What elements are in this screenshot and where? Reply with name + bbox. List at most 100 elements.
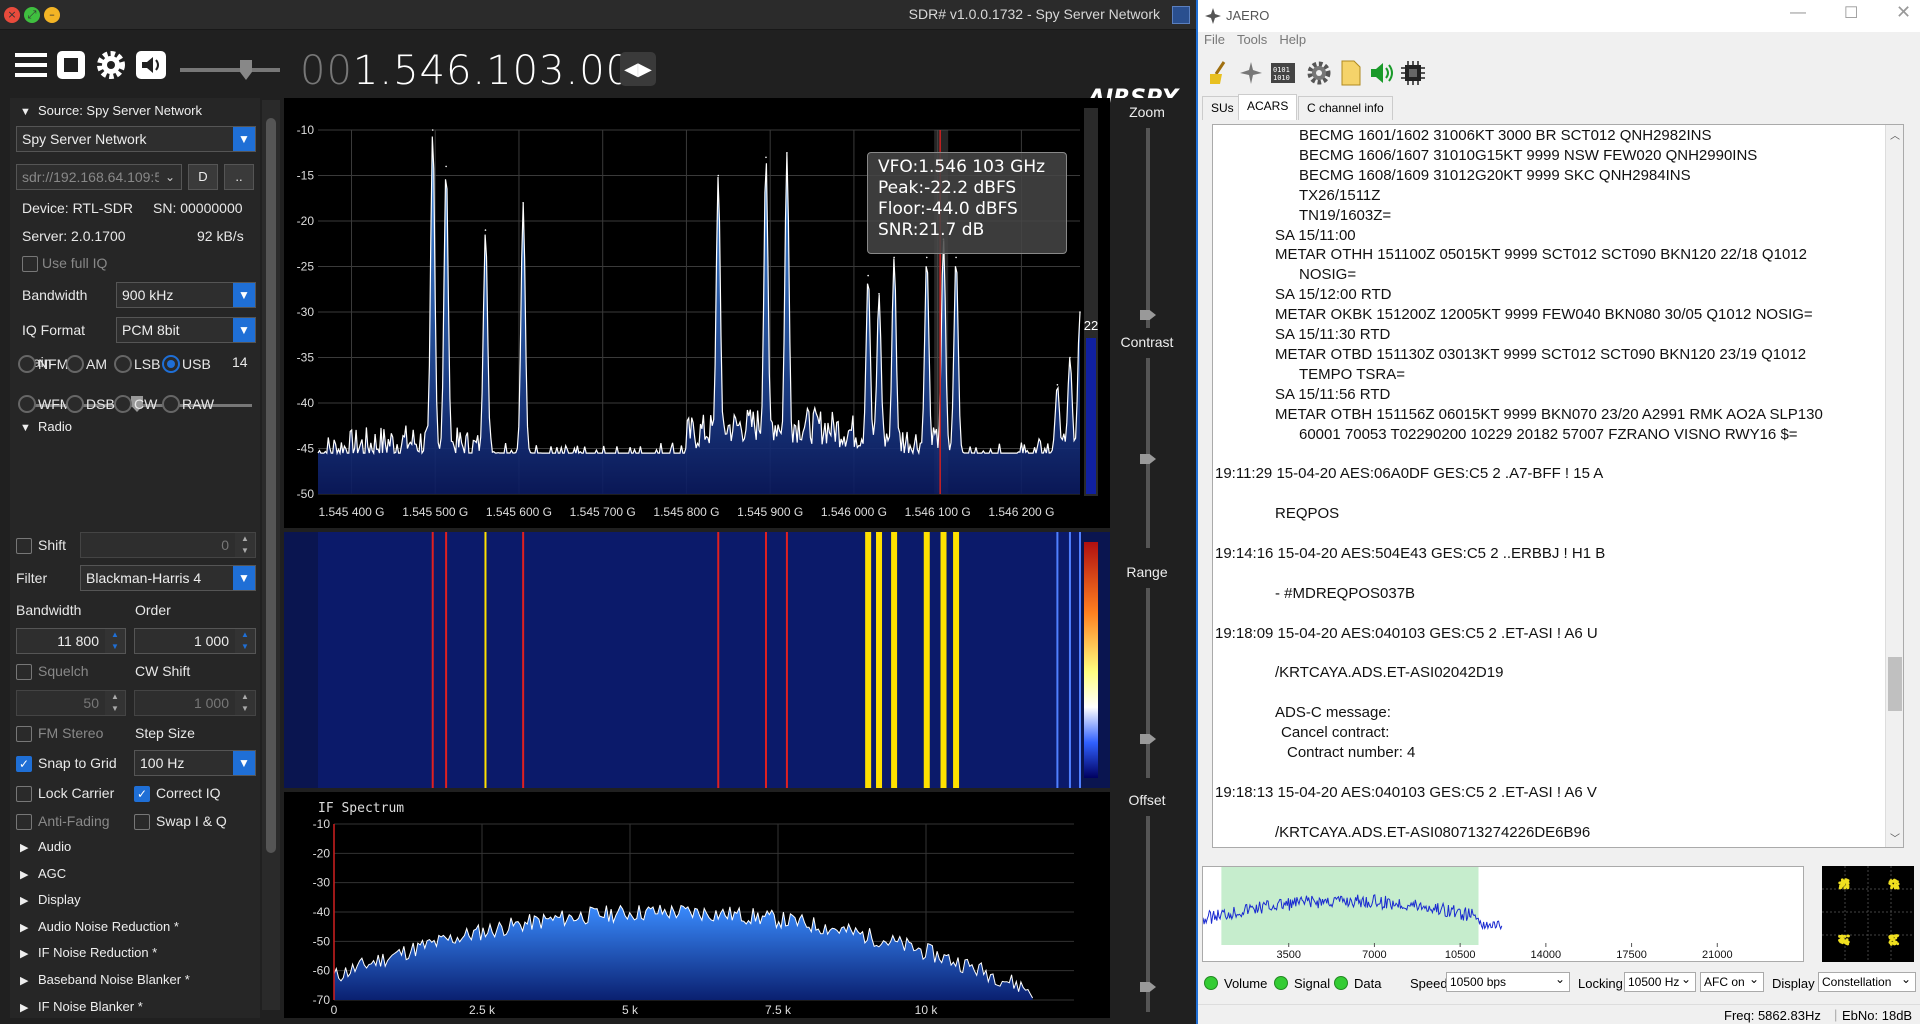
lock-carrier-checkbox[interactable] bbox=[16, 786, 32, 802]
contrast-slider[interactable] bbox=[1146, 358, 1150, 548]
cw-shift-spinner[interactable]: 1 000 ▲ ▼ bbox=[134, 690, 256, 716]
tab-acars[interactable]: ACARS bbox=[1238, 94, 1298, 120]
signal-led-icon bbox=[1274, 976, 1288, 990]
swap-iq-checkbox[interactable] bbox=[134, 814, 150, 830]
maximize-icon[interactable]: ☐ bbox=[1844, 3, 1858, 23]
spinner-arrows-icon[interactable]: ▲ ▼ bbox=[235, 629, 255, 653]
mode-radio-wfm[interactable] bbox=[18, 395, 36, 413]
chevron-up-icon[interactable]: ︿ bbox=[1890, 127, 1900, 142]
mode-radio-usb[interactable] bbox=[162, 355, 180, 373]
contrast-slider-knob[interactable] bbox=[1140, 454, 1156, 464]
stop-icon[interactable] bbox=[52, 46, 90, 84]
plane-icon[interactable] bbox=[1238, 60, 1264, 86]
spinner-arrows-icon[interactable]: ▲ ▼ bbox=[235, 533, 255, 557]
menu-file[interactable]: File bbox=[1204, 32, 1225, 47]
section-header-1[interactable]: ▶ Audio bbox=[10, 836, 260, 858]
broom-icon[interactable] bbox=[1206, 60, 1232, 86]
mode-radio-lsb[interactable] bbox=[114, 355, 132, 373]
close-icon[interactable]: × bbox=[4, 7, 20, 23]
section-header-6[interactable]: ▶ Baseband Noise Blanker * bbox=[10, 969, 260, 991]
acars-message-log[interactable]: BECMG 1601/1602 31006KT 3000 BR SCT012 Q… bbox=[1212, 124, 1904, 848]
signal-spectrum-plot[interactable]: 3500 7000 10500 14000 17500 21000 bbox=[1202, 866, 1804, 962]
step-size-select[interactable]: 100 Hz ▼ bbox=[134, 750, 256, 776]
section-header-3[interactable]: ▶ Display bbox=[10, 889, 260, 911]
bandwidth-select[interactable]: 900 kHz ▼ bbox=[116, 282, 256, 308]
speaker-icon[interactable] bbox=[132, 46, 170, 84]
acars-line: Cancel contract: bbox=[1281, 724, 1390, 741]
constellation-point bbox=[1889, 942, 1893, 945]
range-slider-knob[interactable] bbox=[1140, 734, 1156, 744]
message-log-scrollbar[interactable]: ︿ ﹀ bbox=[1885, 125, 1903, 847]
afc-select[interactable]: AFC on bbox=[1700, 972, 1764, 992]
fm-stereo-checkbox[interactable] bbox=[16, 726, 32, 742]
section-header-4[interactable]: ▶ Audio Noise Reduction * bbox=[10, 916, 260, 938]
volume-slider-knob[interactable] bbox=[240, 60, 252, 80]
spinner-arrows-icon[interactable]: ▲ ▼ bbox=[235, 691, 255, 715]
panel-scrollbar[interactable] bbox=[262, 100, 280, 1010]
zoom-slider[interactable] bbox=[1146, 128, 1150, 328]
locking-select[interactable]: 10500 Hz bbox=[1624, 972, 1696, 992]
spinner-arrows-icon[interactable]: ▲ ▼ bbox=[105, 691, 125, 715]
document-icon[interactable] bbox=[1338, 60, 1364, 86]
menu-icon[interactable] bbox=[12, 46, 50, 84]
radio-section-header[interactable]: ▼ Radio bbox=[10, 416, 260, 438]
frequency-display[interactable]: 001.546.103.000 bbox=[300, 48, 659, 94]
volume-slider[interactable] bbox=[180, 68, 280, 72]
waterfall-carrier-4 bbox=[717, 532, 720, 788]
gear-icon[interactable] bbox=[1306, 60, 1332, 86]
mode-radio-dsb[interactable] bbox=[66, 395, 84, 413]
browse-button[interactable]: .. bbox=[224, 164, 254, 190]
squelch-checkbox[interactable] bbox=[16, 664, 32, 680]
server-url-field[interactable]: sdr://192.168.64.109:5 ⌄ bbox=[16, 164, 182, 190]
display-select[interactable]: Constellation bbox=[1818, 972, 1916, 992]
section-header-7[interactable]: ▶ IF Noise Blanker * bbox=[10, 996, 260, 1018]
use-full-iq-checkbox[interactable] bbox=[22, 256, 38, 272]
source-section-header[interactable]: ▼ Source: Spy Server Network bbox=[10, 100, 260, 122]
source-select[interactable]: Spy Server Network ▼ bbox=[16, 126, 256, 152]
if-y-tick: -30 bbox=[313, 876, 331, 890]
speed-select[interactable]: 10500 bps bbox=[1446, 972, 1570, 992]
minimize-icon[interactable]: — bbox=[1790, 4, 1806, 22]
order-spinner[interactable]: 1 000 ▲ ▼ bbox=[134, 628, 256, 654]
menu-tools[interactable]: Tools bbox=[1237, 32, 1267, 47]
squelch-spinner[interactable]: 50 ▲ ▼ bbox=[16, 690, 126, 716]
filter-bandwidth-spinner[interactable]: 11 800 ▲ ▼ bbox=[16, 628, 126, 654]
chip-icon[interactable] bbox=[1400, 60, 1426, 86]
mode-radio-cw[interactable] bbox=[114, 395, 132, 413]
waterfall-display[interactable] bbox=[284, 532, 1110, 788]
speaker-icon[interactable] bbox=[1368, 60, 1394, 86]
tuning-arrows-button[interactable]: ◀▶ bbox=[620, 52, 656, 86]
anti-fading-checkbox[interactable] bbox=[16, 814, 32, 830]
zoom-slider-knob[interactable] bbox=[1140, 310, 1156, 320]
iq-format-select[interactable]: PCM 8bit ▼ bbox=[116, 317, 256, 343]
message-log-scrollbar-thumb[interactable] bbox=[1888, 657, 1902, 711]
offset-slider-knob[interactable] bbox=[1140, 982, 1156, 992]
maximize-icon[interactable]: ⤢ bbox=[24, 7, 40, 23]
tab-sus[interactable]: SUs bbox=[1202, 96, 1243, 120]
shift-spinner[interactable]: 0 ▲ ▼ bbox=[80, 532, 256, 558]
speed-label: Speed bbox=[1410, 976, 1448, 991]
snap-to-grid-checkbox[interactable]: ✓ bbox=[16, 756, 32, 772]
section-header-5[interactable]: ▶ IF Noise Reduction * bbox=[10, 942, 260, 964]
filter-select[interactable]: Blackman-Harris 4 ▼ bbox=[80, 565, 256, 591]
if-spectrum-display[interactable]: IF Spectrum -10 -20 -30 -40 -50 -60 -70 0 2.5 k 5 … bbox=[284, 792, 1110, 1018]
d-button[interactable]: D bbox=[188, 164, 218, 190]
bandwidth-label: Bandwidth bbox=[22, 287, 88, 303]
menu-help[interactable]: Help bbox=[1279, 32, 1306, 47]
section-header-2[interactable]: ▶ AGC bbox=[10, 863, 260, 885]
shift-checkbox[interactable] bbox=[16, 538, 32, 554]
panel-scrollbar-thumb[interactable] bbox=[266, 118, 276, 853]
tab-c-channel-info[interactable]: C channel info bbox=[1298, 96, 1393, 120]
mode-radio-raw[interactable] bbox=[162, 395, 180, 413]
chevron-down-icon[interactable]: ﹀ bbox=[1890, 830, 1900, 845]
mode-label-cw: CW bbox=[134, 396, 158, 412]
mode-radio-nfm[interactable] bbox=[18, 355, 36, 373]
mode-radio-am[interactable] bbox=[66, 355, 84, 373]
gear-icon[interactable] bbox=[92, 46, 130, 84]
minimize-icon[interactable]: – bbox=[44, 7, 60, 23]
spinner-arrows-icon[interactable]: ▲ ▼ bbox=[105, 629, 125, 653]
range-slider[interactable] bbox=[1146, 588, 1150, 778]
binary-icon[interactable]: 01011010 bbox=[1270, 60, 1296, 86]
close-icon[interactable]: ✕ bbox=[1896, 2, 1911, 23]
correct-iq-checkbox[interactable]: ✓ bbox=[134, 786, 150, 802]
